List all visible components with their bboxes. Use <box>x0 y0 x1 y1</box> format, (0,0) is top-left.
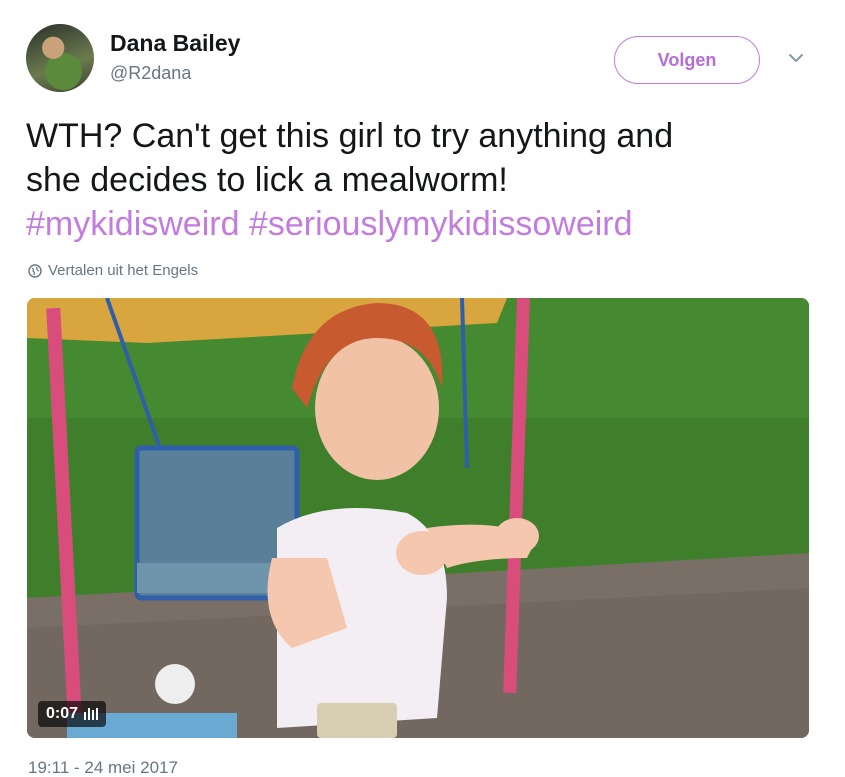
hashtag-link[interactable]: #mykidisweird <box>26 205 240 243</box>
author-handle[interactable]: @R2dana <box>110 63 191 84</box>
hashtag-link[interactable]: #seriouslymykidissoweird <box>249 205 633 243</box>
video-frame <box>27 298 809 738</box>
tweet-timestamp[interactable]: 19:11 - 24 mei 2017 <box>28 758 178 777</box>
tweet-text-line: WTH? Can't get this girl to try anything… <box>26 117 674 155</box>
follow-button[interactable]: Volgen <box>614 36 760 84</box>
volume-bars-icon <box>84 708 99 720</box>
author-name[interactable]: Dana Bailey <box>110 30 240 57</box>
author-avatar[interactable] <box>26 24 94 92</box>
video-duration-badge: 0:07 <box>38 701 107 727</box>
video-duration: 0:07 <box>46 705 79 722</box>
translate-link[interactable]: Vertalen uit het Engels <box>28 262 198 279</box>
tweet-text: WTH? Can't get this girl to try anything… <box>26 114 826 246</box>
translate-label: Vertalen uit het Engels <box>48 262 199 279</box>
hashtag-row: #mykidisweird #seriouslymykidissoweird <box>26 202 826 246</box>
tweet-text-line: she decides to lick a mealworm! <box>26 161 508 199</box>
chevron-down-icon[interactable] <box>788 52 804 64</box>
video-player[interactable] <box>27 298 809 738</box>
globe-icon <box>28 263 42 278</box>
